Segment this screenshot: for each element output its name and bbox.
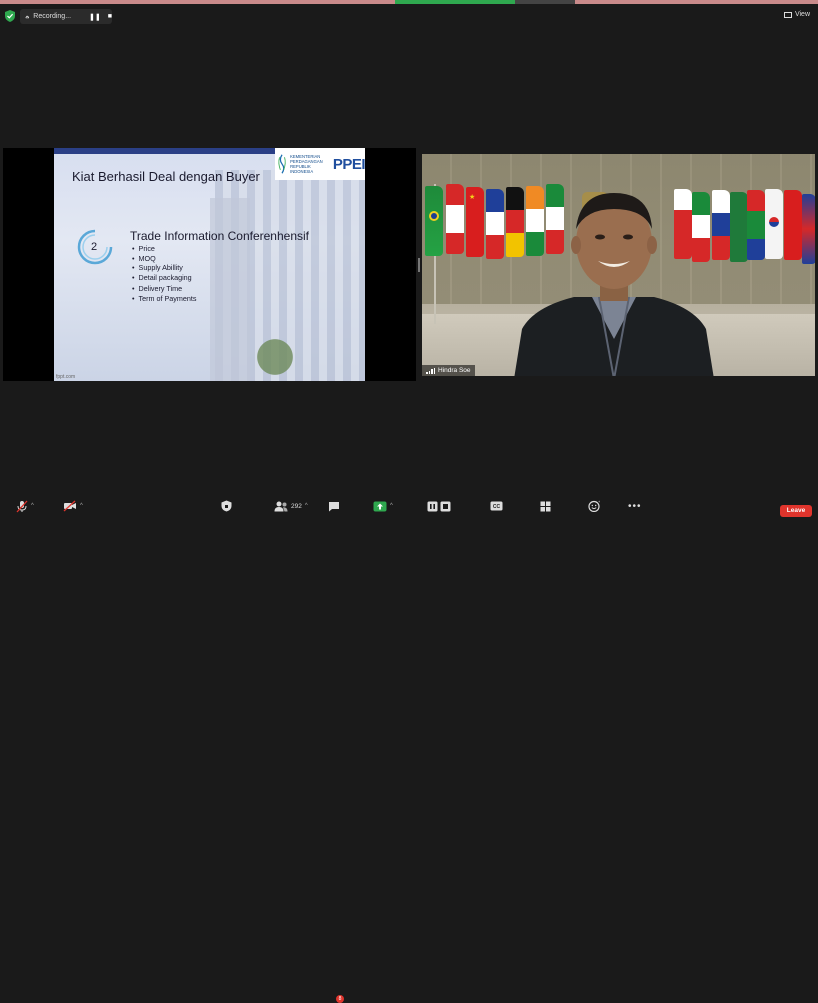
reactions-icon: + (588, 500, 600, 512)
signal-strength-icon (426, 367, 435, 374)
logo-text: KEMENTERIAN PERDAGANGAN REPUBLIK INDONES… (290, 154, 328, 174)
flag-russia (712, 190, 730, 260)
flag-china: ★ (466, 187, 484, 257)
closed-caption-button[interactable]: CC (490, 499, 503, 513)
share-screen-button[interactable]: ^ (373, 499, 393, 513)
reactions-button[interactable]: + (588, 499, 600, 513)
participants-button[interactable]: 292 ^ (274, 499, 308, 513)
bullet-item: MOQ (132, 254, 196, 264)
slide-bullet-list: Price MOQ Supply Abillity Detail packagi… (132, 244, 197, 304)
breakout-rooms-button[interactable] (540, 499, 551, 513)
participants-count: 292 (291, 502, 302, 510)
chat-unread-badge: 8 (336, 995, 344, 1003)
breakout-rooms-icon (540, 501, 551, 511)
closed-caption-icon: CC (490, 501, 503, 511)
view-button[interactable]: View (783, 11, 810, 18)
chat-icon (329, 501, 339, 511)
pause-recording-icon (427, 501, 438, 511)
flag-turkey (784, 190, 802, 260)
flag-brazil (425, 186, 443, 256)
recording-indicator: Recording... ❚❚ ■ (20, 9, 112, 24)
share-screen-icon (373, 501, 387, 511)
flag-france (486, 189, 504, 259)
pause-stop-recording-button[interactable] (427, 499, 451, 513)
recording-label: Recording... (33, 13, 72, 20)
logo-acronym: PPEI (332, 155, 365, 173)
bullet-item: Delivery Time (132, 284, 196, 294)
presentation-slide: KEMENTERIAN PERDAGANGAN REPUBLIK INDONES… (54, 148, 365, 381)
cloud-recording-icon (25, 15, 30, 18)
view-grid-icon (783, 11, 792, 18)
more-options-icon: ••• (628, 500, 642, 512)
slide-subtitle: Trade Information Conferenhensif (130, 229, 309, 243)
flag-canada (446, 184, 464, 254)
participant-video[interactable]: ★ Hindra Soe (422, 154, 815, 376)
svg-text:CC: CC (493, 504, 501, 510)
security-icon (221, 500, 232, 512)
slide-footer: fppt.com (56, 374, 76, 380)
slide-title: Kiat Berhasil Deal dengan Buyer (72, 169, 260, 184)
share-options-caret[interactable]: ^ (390, 503, 393, 509)
view-label: View (794, 11, 810, 18)
ministry-emblem-icon (278, 154, 286, 174)
bullet-item: Term of Payments (132, 294, 197, 304)
security-shield-icon[interactable] (5, 10, 15, 22)
bullet-item: Detail packaging (132, 273, 196, 283)
stop-recording-icon[interactable]: ■ (108, 13, 112, 20)
flag-korea (765, 189, 783, 259)
logo-line-3: REPUBLIK INDONESIA (290, 164, 314, 174)
more-button[interactable]: ••• (628, 499, 642, 513)
participant-name-label: Hindra Soe (422, 365, 475, 376)
video-camera-off-icon (63, 500, 76, 512)
shared-screen: KEMENTERIAN PERDAGANGAN REPUBLIK INDONES… (3, 148, 416, 381)
flag-uk (802, 194, 815, 264)
participant-person (514, 193, 714, 376)
stop-recording-icon (440, 501, 451, 511)
svg-text:+: + (598, 500, 600, 504)
flag-saudi (730, 192, 748, 262)
slide-number: 2 (91, 241, 98, 253)
video-options-caret[interactable]: ^ (80, 503, 83, 509)
pause-recording-icon[interactable]: ❚❚ (89, 13, 101, 21)
participants-icon (274, 501, 288, 511)
meeting-toolbar: ^ ^ 292 ^ 8 ^ CC + ••• (0, 496, 818, 1003)
slide-tree-image (240, 321, 310, 381)
bullet-item: Price (132, 244, 196, 254)
participant-name: Hindra Soe (438, 367, 471, 374)
leave-button[interactable]: Leave (780, 505, 812, 517)
microphone-muted-icon (16, 500, 28, 512)
audio-options-caret[interactable]: ^ (31, 503, 34, 509)
flag-south-africa (747, 190, 765, 260)
participants-options-caret[interactable]: ^ (305, 503, 308, 509)
bullet-item: Supply Abillity (132, 263, 196, 273)
mute-button[interactable]: ^ (16, 499, 34, 513)
top-bar: Recording... ❚❚ ■ View (0, 4, 818, 26)
chat-button[interactable] (328, 499, 340, 513)
split-view-handle[interactable] (418, 258, 420, 272)
video-button[interactable]: ^ (63, 499, 83, 513)
security-button[interactable] (221, 499, 232, 513)
ministry-logo: KEMENTERIAN PERDAGANGAN REPUBLIK INDONES… (275, 148, 365, 180)
